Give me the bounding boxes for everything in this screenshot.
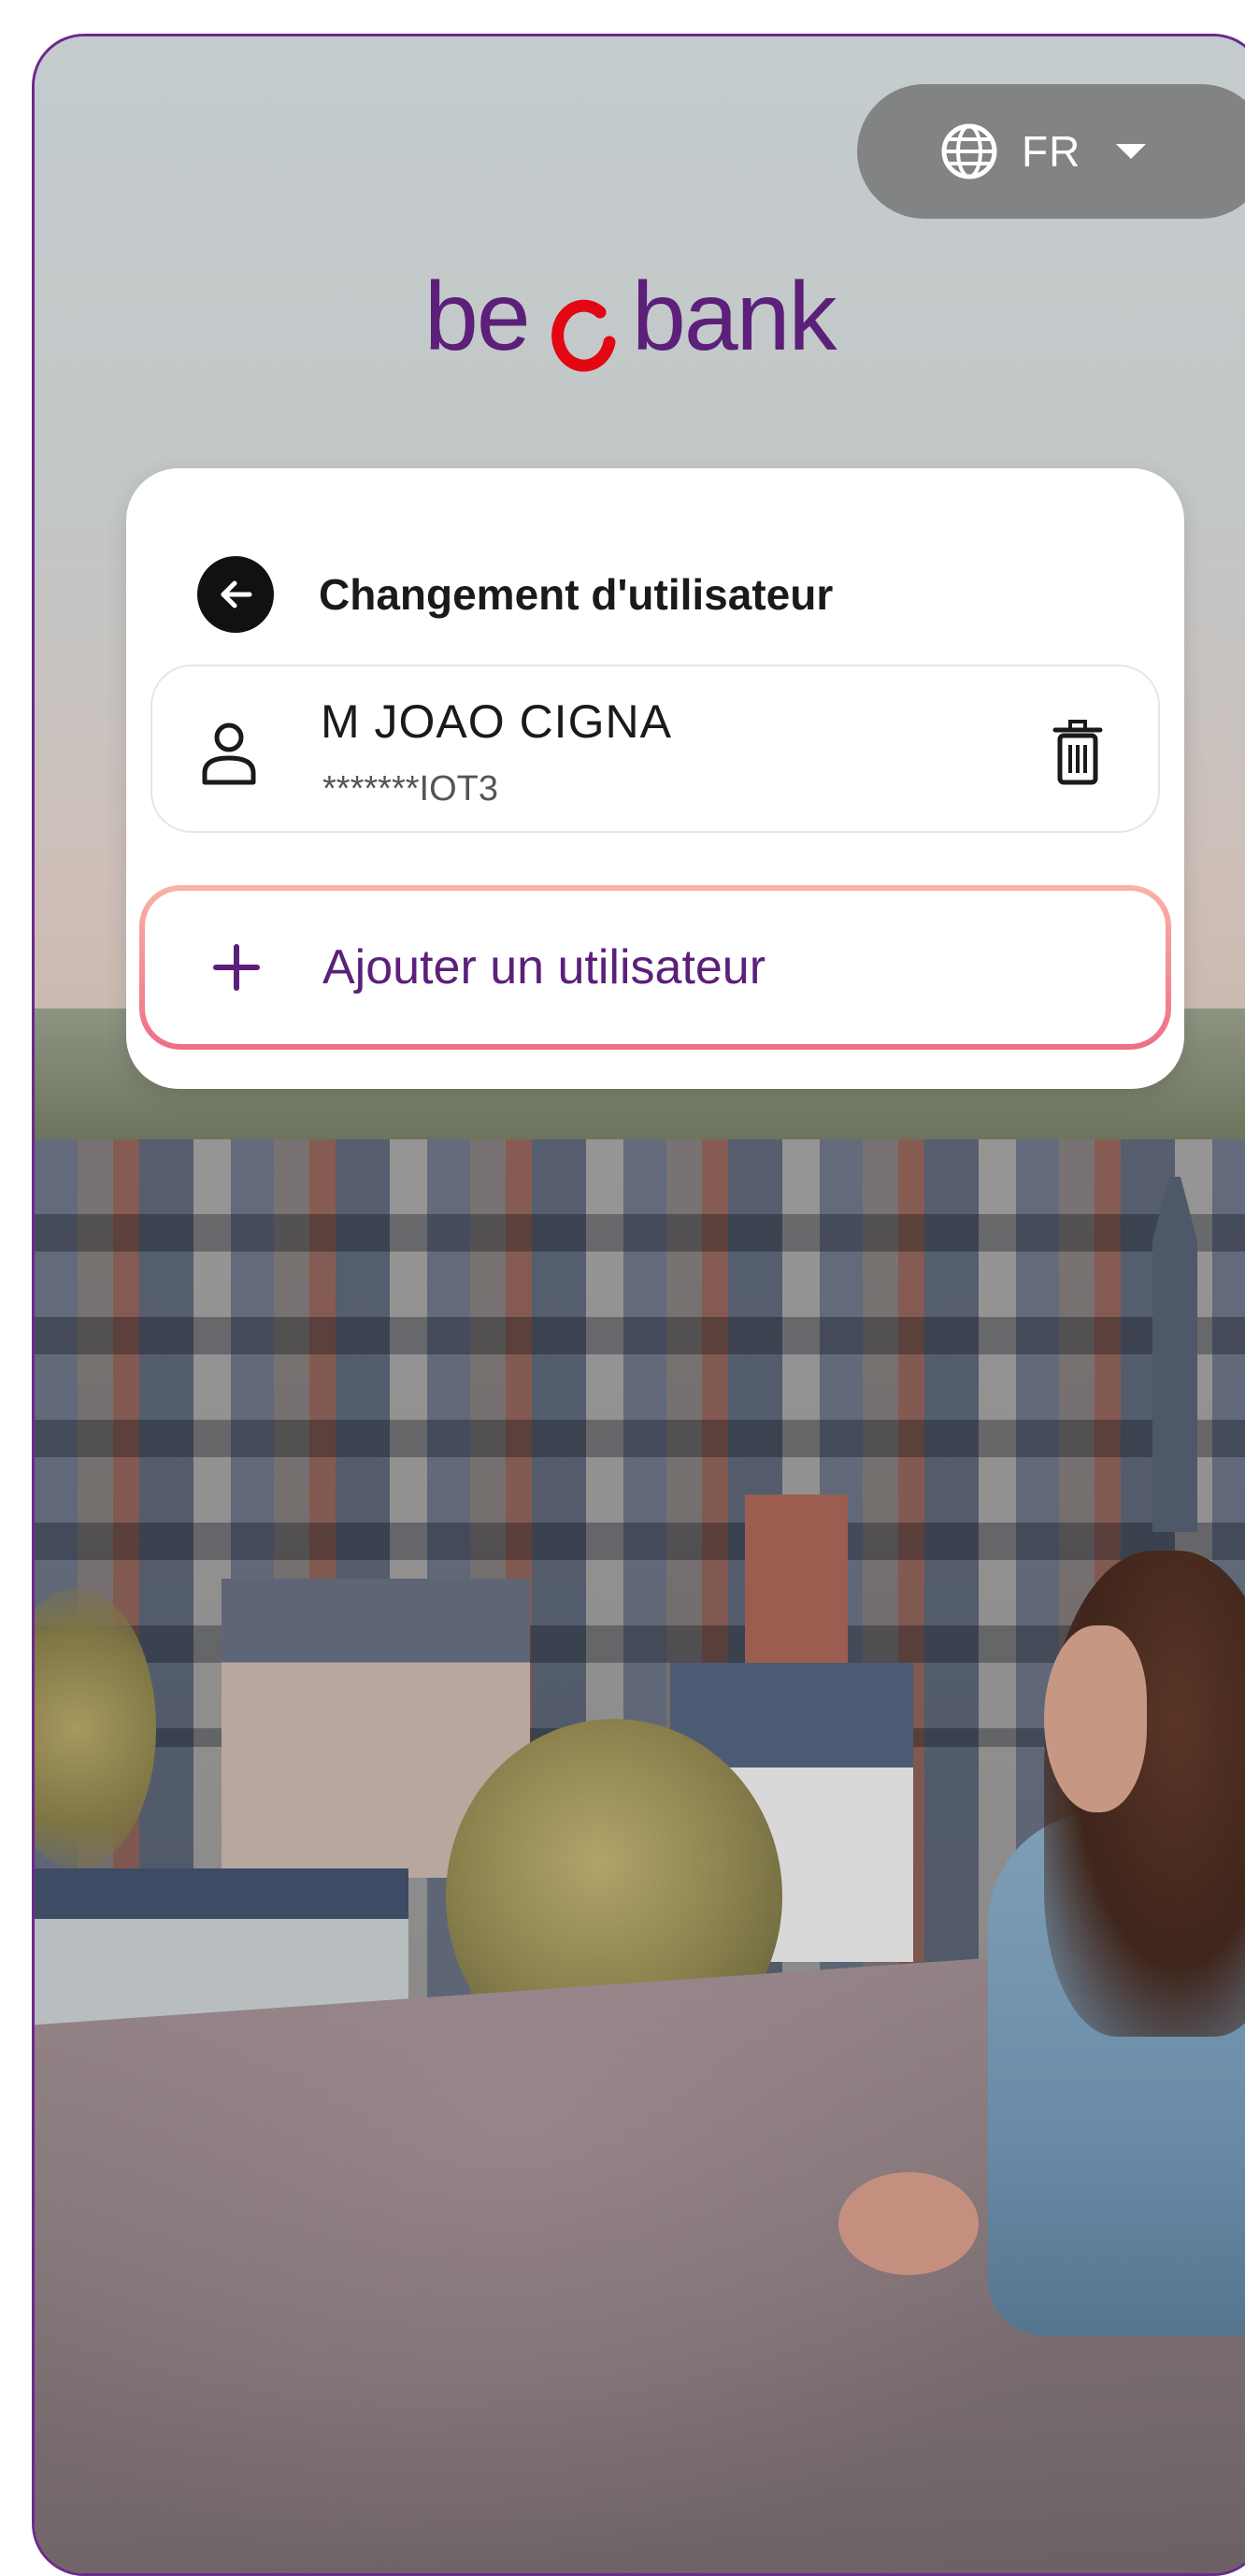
back-button[interactable] — [197, 556, 274, 633]
user-name: M JOAO CIGNA — [321, 695, 672, 748]
user-switch-card: Changement d'utilisateur M JOAO CIGNA **… — [126, 468, 1184, 1089]
caret-down-icon — [1116, 144, 1147, 159]
user-row[interactable]: M JOAO CIGNA *******IOT3 — [150, 665, 1160, 833]
plus-icon — [210, 941, 263, 994]
add-user-button[interactable]: Ajouter un utilisateur — [139, 885, 1171, 1050]
user-masked-id: *******IOT3 — [322, 769, 498, 809]
card-title: Changement d'utilisateur — [319, 570, 834, 619]
add-user-inner: Ajouter un utilisateur — [145, 891, 1166, 1044]
arrow-left-icon — [221, 580, 252, 608]
trash-icon[interactable] — [1050, 719, 1106, 786]
language-selector[interactable]: FR — [857, 84, 1245, 219]
globe-icon — [939, 122, 999, 181]
add-user-label: Ajouter un utilisateur — [322, 940, 766, 995]
user-icon — [199, 719, 259, 786]
person-face — [1044, 1625, 1147, 1812]
card-header: Changement d'utilisateur — [197, 556, 833, 633]
language-label: FR — [1022, 127, 1081, 176]
person-hand — [838, 2172, 979, 2275]
background-photo — [35, 36, 1245, 2573]
app-frame: FR be bank Changement d'utilisateur M JO… — [32, 34, 1245, 2576]
